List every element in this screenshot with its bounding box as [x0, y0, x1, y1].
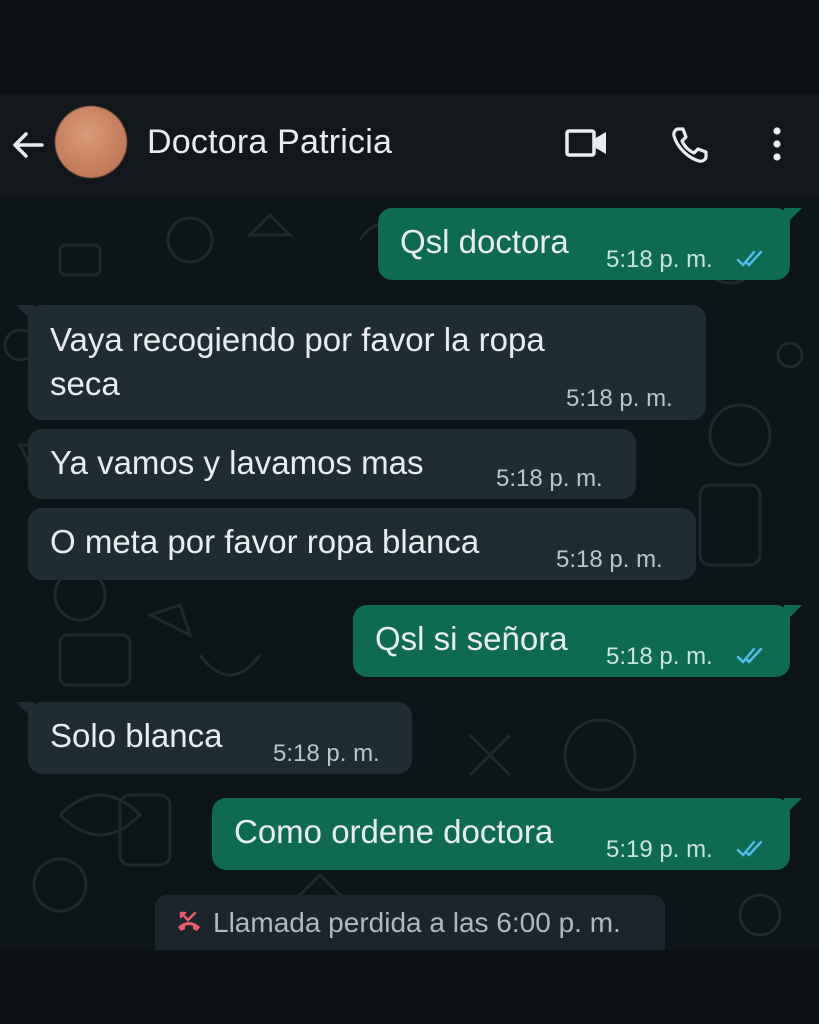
more-vert-icon[interactable] — [765, 123, 789, 167]
chat-header: Doctora Patricia — [0, 95, 819, 195]
message-bubble-incoming[interactable]: O meta por favor ropa blanca 5:18 p. m. — [28, 508, 696, 580]
top-band — [0, 0, 819, 95]
message-bubble-incoming[interactable]: Solo blanca 5:18 p. m. — [16, 702, 412, 774]
bubble-tail — [16, 702, 34, 720]
message-time: 5:18 p. m. — [566, 385, 673, 412]
message-time: 5:18 p. m. — [556, 546, 663, 573]
message-text-line: Vaya recogiendo por favor la ropa — [50, 321, 545, 358]
bubble-tail — [784, 208, 802, 226]
contact-name[interactable]: Doctora Patricia — [147, 123, 392, 162]
avatar[interactable] — [55, 106, 127, 178]
arrow-left-icon[interactable] — [8, 125, 48, 165]
message-text: Qsl si señora — [375, 620, 568, 657]
missed-call-notice[interactable]: Llamada perdida a las 6:00 p. m. — [155, 895, 665, 950]
message-time: 5:18 p. m. — [496, 465, 603, 492]
message-bubble-incoming[interactable]: Vaya recogiendo por favor la ropa seca 5… — [16, 305, 706, 420]
video-call-icon[interactable] — [562, 123, 612, 163]
bottom-band — [0, 950, 819, 1024]
bubble-tail — [784, 605, 802, 623]
chat-area[interactable]: Qsl doctora 5:18 p. m. Vaya recogiendo p… — [0, 195, 819, 950]
read-ticks-icon — [736, 840, 763, 857]
phone-icon[interactable] — [668, 123, 712, 167]
message-bubble-outgoing[interactable]: Como ordene doctora 5:19 p. m. — [212, 798, 802, 870]
bubble-tail — [784, 798, 802, 816]
message-time: 5:18 p. m. — [606, 246, 713, 273]
missed-call-text: Llamada perdida a las 6:00 p. m. — [213, 907, 621, 938]
message-text: Solo blanca — [50, 717, 223, 754]
bubble-tail — [16, 305, 34, 323]
read-ticks-icon — [736, 647, 763, 664]
read-ticks-icon — [736, 250, 763, 267]
missed-call-icon — [178, 911, 200, 931]
message-time: 5:18 p. m. — [606, 643, 713, 670]
message-time: 5:19 p. m. — [606, 836, 713, 863]
message-text-line: seca — [50, 365, 120, 402]
message-text: Qsl doctora — [400, 223, 569, 260]
message-bubble-outgoing[interactable]: Qsl si señora 5:18 p. m. — [353, 605, 802, 677]
message-text: O meta por favor ropa blanca — [50, 523, 480, 560]
message-text: Ya vamos y lavamos mas — [50, 444, 424, 481]
message-bubble-outgoing[interactable]: Qsl doctora 5:18 p. m. — [378, 208, 802, 280]
message-time: 5:18 p. m. — [273, 740, 380, 767]
message-text: Como ordene doctora — [234, 813, 554, 850]
message-bubble-incoming[interactable]: Ya vamos y lavamos mas 5:18 p. m. — [28, 429, 636, 499]
